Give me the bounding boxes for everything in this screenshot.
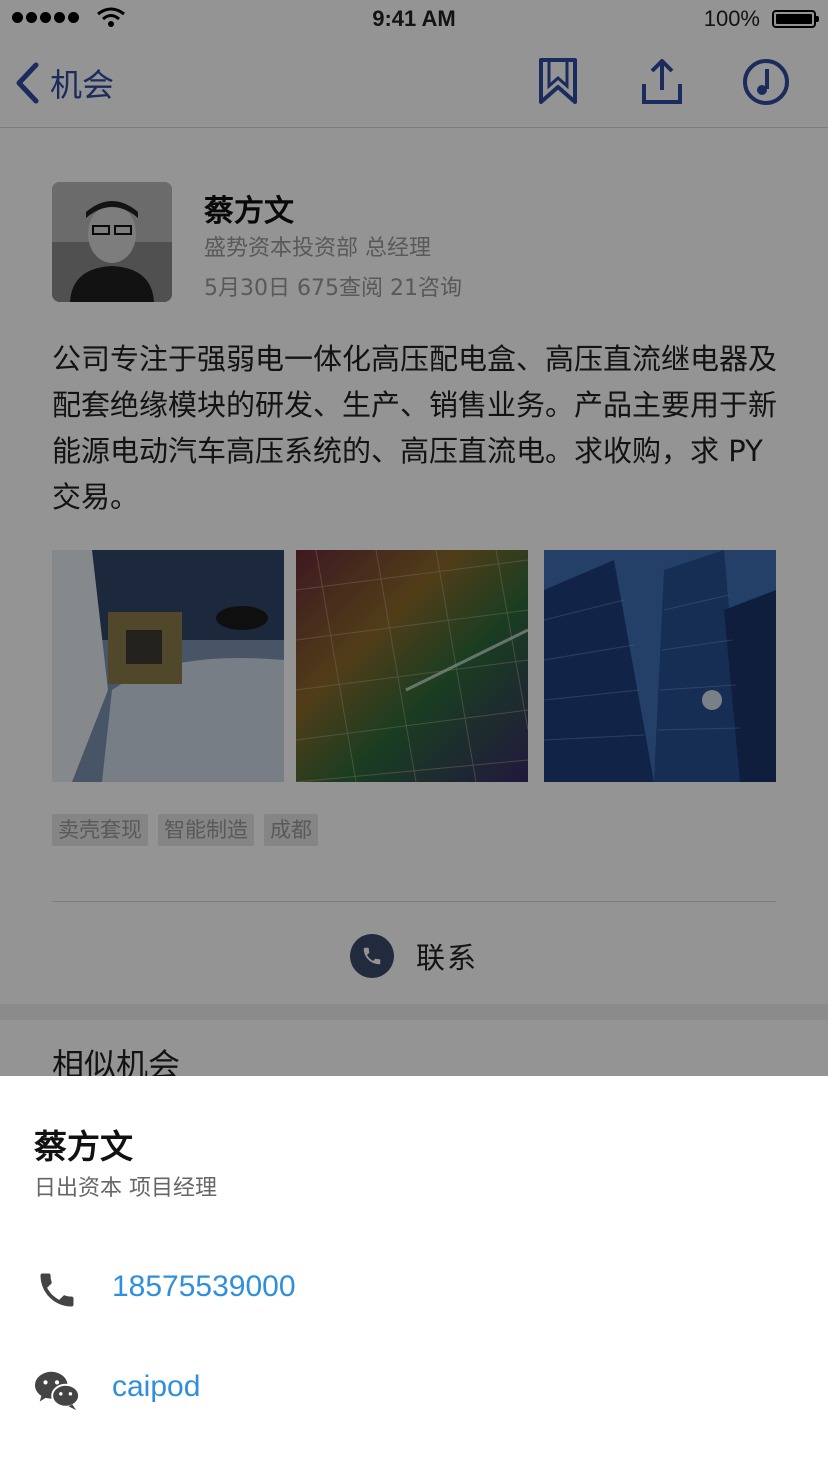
contact-title: 日出资本 项目经理: [34, 1176, 217, 1201]
wechat-row[interactable]: caipod: [34, 1360, 794, 1420]
wechat-icon: [34, 1371, 80, 1411]
wechat-id-link[interactable]: caipod: [112, 1370, 200, 1404]
phone-row[interactable]: 18575539000: [34, 1260, 794, 1320]
contact-sheet: 蔡方文 日出资本 项目经理 18575539000 caipod: [0, 1076, 828, 1472]
phone-icon: [40, 1273, 74, 1307]
opportunity-detail-page: 9:41 AM 100% 机会 蔡方文 盛势资本投资部 总经理 5月30日 67…: [0, 0, 828, 1472]
dim-overlay[interactable]: [0, 0, 828, 1076]
phone-number-link[interactable]: 18575539000: [112, 1270, 296, 1304]
contact-name: 蔡方文: [34, 1127, 133, 1166]
